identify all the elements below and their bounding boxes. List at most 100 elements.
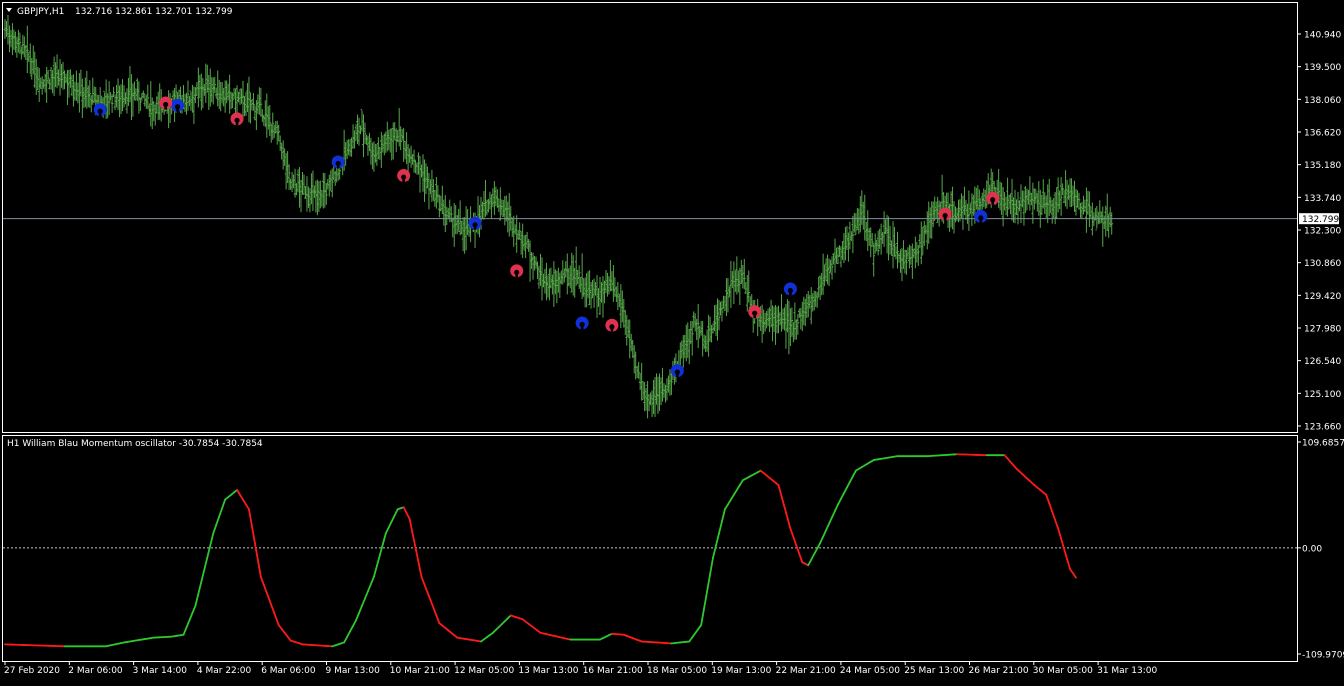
price-bar	[541, 257, 544, 300]
price-bar	[854, 213, 857, 235]
price-bar	[4, 19, 7, 39]
oscillator-axis[interactable]: 109.68570.00-109.9709	[1297, 439, 1344, 661]
price-bar	[669, 369, 672, 396]
price-bar	[1048, 179, 1051, 216]
price-bar	[698, 326, 701, 339]
price-bar	[683, 335, 686, 358]
price-bar	[585, 273, 588, 307]
oscillator-segment	[701, 608, 704, 625]
time-axis-tick: 6 Mar 06:00	[261, 661, 316, 676]
time-axis[interactable]: 27 Feb 20202 Mar 06:003 Mar 14:004 Mar 2…	[4, 661, 1157, 676]
chart-canvas[interactable]: 140.940139.500138.060136.620135.180133.7…	[0, 0, 1344, 682]
price-axis-label: 123.660	[1304, 423, 1341, 433]
price-bar	[62, 62, 65, 90]
price-axis-tick: 125.100	[1297, 390, 1341, 400]
price-bar	[459, 200, 462, 235]
price-bar	[425, 163, 428, 194]
price-bar	[883, 211, 886, 247]
time-axis-tick: 25 Mar 13:00	[904, 661, 964, 676]
price-bar	[39, 78, 42, 89]
oscillator-segment	[1064, 549, 1067, 559]
price-bar	[270, 124, 273, 143]
price-bar	[267, 106, 270, 130]
price-bar	[707, 315, 710, 357]
price-bar	[365, 135, 368, 145]
oscillator-segment	[356, 613, 359, 620]
price-bar	[193, 87, 196, 124]
buy-signal-icon	[469, 217, 482, 230]
price-bar	[347, 139, 350, 155]
oscillator-segment	[419, 562, 422, 576]
triangle-down-icon[interactable]	[6, 8, 12, 12]
price-bar	[564, 261, 567, 277]
time-axis-label: 16 Mar 21:00	[583, 666, 643, 676]
mt4-chart-window[interactable]: 140.940139.500138.060136.620135.180133.7…	[0, 0, 1344, 682]
price-bar	[405, 132, 408, 164]
price-bar	[401, 129, 404, 141]
time-axis-label: 30 Mar 05:00	[1033, 666, 1093, 676]
price-bar	[786, 299, 789, 332]
price-bar	[1064, 170, 1067, 206]
oscillator-pane-frame	[3, 436, 1298, 662]
price-bar	[807, 291, 810, 317]
oscillator-segment	[1046, 495, 1049, 503]
buy-signal-icon	[974, 210, 987, 223]
price-axis[interactable]: 140.940139.500138.060136.620135.180133.7…	[1297, 31, 1341, 433]
oscillator-segment	[796, 545, 799, 553]
price-bar	[999, 182, 1002, 211]
price-bar	[1024, 186, 1027, 213]
oscillator-segment	[392, 515, 395, 521]
price-bar	[716, 298, 719, 340]
price-bar	[1095, 206, 1098, 230]
price-bar	[316, 180, 319, 216]
price-bar	[1063, 190, 1066, 203]
price-bar	[124, 92, 127, 104]
price-bar	[666, 378, 669, 400]
price-bar	[597, 288, 600, 307]
price-bar	[441, 186, 444, 214]
price-bar	[30, 58, 33, 80]
oscillator-segment	[252, 526, 255, 543]
oscillator-segment	[201, 570, 204, 582]
oscillator-segment	[841, 493, 844, 499]
price-bar	[741, 265, 744, 288]
price-bar	[727, 278, 730, 313]
price-bar	[715, 305, 718, 336]
price-bar	[631, 340, 634, 358]
price-axis-label: 130.860	[1304, 259, 1341, 269]
price-bar	[386, 122, 389, 152]
price-bar	[851, 216, 854, 253]
price-bar	[389, 129, 392, 152]
price-bar	[550, 268, 553, 289]
price-bar	[145, 96, 148, 109]
oscillator-segment	[273, 609, 276, 617]
oscillator-segment	[258, 560, 261, 577]
price-bar	[924, 225, 927, 234]
price-bar	[576, 270, 579, 284]
price-bar	[808, 295, 811, 309]
price-bar	[1098, 200, 1101, 224]
oscillator-pane[interactable]: H1 William Blau Momentum oscillator -30.…	[3, 436, 1344, 662]
price-bar	[212, 78, 215, 105]
price-bar	[1051, 200, 1054, 224]
price-bar	[811, 293, 814, 311]
price-bar	[712, 323, 715, 334]
price-bar	[27, 52, 30, 62]
price-bar	[426, 166, 429, 188]
price-bar	[860, 190, 863, 225]
price-pane[interactable]: 140.940139.500138.060136.620135.180133.7…	[3, 3, 1342, 433]
price-bar	[135, 88, 138, 100]
price-bar	[600, 282, 603, 302]
price-bar	[960, 193, 963, 218]
price-bar	[53, 57, 56, 96]
price-bar	[544, 269, 547, 294]
price-bar	[767, 309, 770, 326]
time-axis-label: 9 Mar 13:00	[326, 666, 381, 676]
oscillator-segment	[424, 585, 427, 593]
price-bar	[929, 207, 932, 238]
sell-signal-icon	[510, 264, 523, 277]
price-bar	[75, 71, 78, 101]
buy-signal-icon	[671, 364, 684, 377]
price-bar	[200, 74, 203, 111]
price-bar	[886, 215, 889, 254]
